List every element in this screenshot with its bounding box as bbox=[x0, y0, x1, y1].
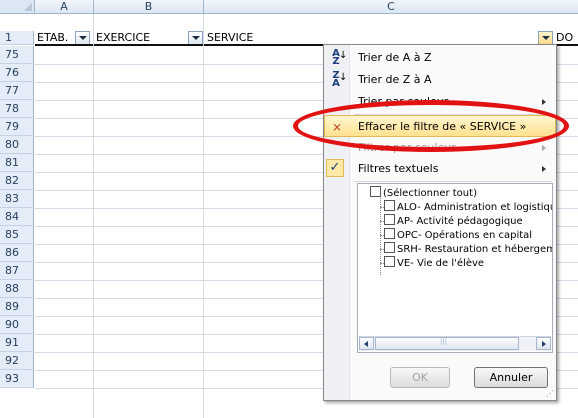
row-header[interactable]: 85 bbox=[0, 226, 34, 244]
menu-item-label: Trier de Z à A bbox=[358, 73, 432, 86]
filter-dropdown-icon[interactable] bbox=[188, 31, 203, 45]
submenu-arrow-icon bbox=[542, 145, 546, 151]
checkbox[interactable] bbox=[370, 186, 381, 197]
list-item-select-all[interactable]: (Sélectionner tout) bbox=[370, 186, 477, 200]
row-header[interactable]: 87 bbox=[0, 262, 34, 280]
row-header[interactable]: 88 bbox=[0, 280, 34, 298]
column-header-c[interactable]: C bbox=[204, 0, 578, 14]
gridline bbox=[93, 14, 94, 418]
submenu-arrow-icon bbox=[542, 99, 546, 105]
checkbox[interactable] bbox=[384, 228, 395, 239]
row-header[interactable]: 78 bbox=[0, 100, 34, 118]
scrollbar-thumb[interactable] bbox=[375, 337, 519, 350]
list-item[interactable]: ALO- Administration et logistique bbox=[384, 200, 552, 214]
autofilter-menu: A Z ↓ Trier de A à Z Z A ↓ Trier de Z à A Tr… bbox=[323, 44, 557, 401]
checkbox[interactable] bbox=[384, 256, 395, 267]
row-header[interactable]: 84 bbox=[0, 208, 34, 226]
cancel-button[interactable]: Annuler bbox=[474, 367, 548, 388]
row-header[interactable]: 92 bbox=[0, 352, 34, 370]
column-header-a[interactable]: A bbox=[35, 0, 94, 14]
filter-dropdown-icon[interactable] bbox=[75, 31, 90, 45]
list-item[interactable]: VE- Vie de l'élève bbox=[384, 256, 484, 270]
filter-active-icon[interactable] bbox=[538, 31, 553, 45]
row-header[interactable]: 82 bbox=[0, 172, 34, 190]
row-header[interactable]: 79 bbox=[0, 118, 34, 136]
row-header[interactable]: 93 bbox=[0, 370, 34, 388]
sort-az-icon: A Z ↓ bbox=[332, 48, 348, 67]
filter-values-list[interactable]: (Sélectionner tout) ALO- Administration … bbox=[357, 183, 553, 353]
menu-item-label: Trier de A à Z bbox=[358, 51, 432, 64]
gridline bbox=[203, 14, 204, 418]
row-header[interactable]: 80 bbox=[0, 136, 34, 154]
cell-service-header[interactable]: SERVICE bbox=[205, 31, 505, 44]
select-all-corner[interactable] bbox=[0, 0, 35, 14]
cell-exercice-header[interactable]: EXERCICE bbox=[94, 31, 203, 44]
menu-item-label: Filtres textuels bbox=[358, 162, 439, 175]
sort-za-icon: Z A ↓ bbox=[332, 70, 348, 89]
row-header[interactable]: 81 bbox=[0, 154, 34, 172]
row-header-1[interactable]: 1 bbox=[0, 31, 34, 45]
horizontal-scrollbar[interactable] bbox=[359, 336, 551, 351]
menu-item-sort-az[interactable]: A Z ↓ Trier de A à Z bbox=[324, 47, 556, 69]
menu-separator bbox=[354, 181, 552, 182]
list-item[interactable]: SRH- Restauration et hébergement bbox=[384, 242, 552, 256]
row-header[interactable]: 83 bbox=[0, 190, 34, 208]
row-header[interactable]: 76 bbox=[0, 64, 34, 82]
row-header[interactable]: 77 bbox=[0, 82, 34, 100]
list-item[interactable]: OPC- Opérations en capital bbox=[384, 228, 532, 242]
menu-item-sort-za[interactable]: Z A ↓ Trier de Z à A bbox=[324, 69, 556, 91]
row-header[interactable]: 75 bbox=[0, 46, 34, 64]
scroll-right-icon[interactable] bbox=[536, 337, 551, 350]
row-header[interactable]: 89 bbox=[0, 298, 34, 316]
row-header[interactable]: 86 bbox=[0, 244, 34, 262]
cell-next-header[interactable]: DO bbox=[554, 31, 578, 44]
annotation-circle bbox=[293, 100, 569, 152]
list-item[interactable]: AP- Activité pédagogique bbox=[384, 214, 523, 228]
submenu-arrow-icon bbox=[542, 166, 546, 172]
menu-item-text-filters[interactable]: Filtres textuels bbox=[324, 158, 556, 180]
column-header-b[interactable]: B bbox=[94, 0, 204, 14]
row-header[interactable]: 90 bbox=[0, 316, 34, 334]
resize-grip-icon[interactable]: ⋰ bbox=[546, 390, 554, 398]
scroll-left-icon[interactable] bbox=[359, 337, 374, 350]
checkbox[interactable] bbox=[384, 214, 395, 225]
checkbox[interactable] bbox=[384, 242, 395, 253]
row-header[interactable]: 91 bbox=[0, 334, 34, 352]
ok-button[interactable]: OK bbox=[390, 367, 450, 388]
checkbox[interactable] bbox=[384, 200, 395, 211]
